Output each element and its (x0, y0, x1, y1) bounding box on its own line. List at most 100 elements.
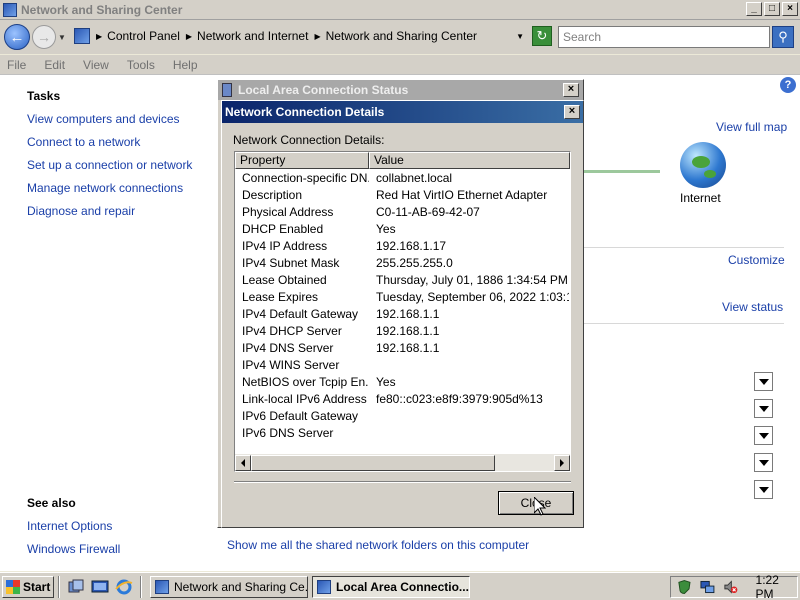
internet-globe-icon[interactable] (680, 142, 726, 188)
system-tray: 1:22 PM (670, 573, 798, 600)
horizontal-scrollbar[interactable] (235, 454, 570, 471)
scroll-track[interactable] (495, 455, 554, 471)
table-row[interactable]: IPv6 DNS Server (235, 424, 570, 441)
breadcrumb-sharing-center[interactable]: ▶ Network and Sharing Center (314, 29, 477, 43)
clock[interactable]: 1:22 PM (756, 573, 797, 600)
menu-help[interactable]: Help (173, 58, 198, 72)
windows-flag-icon (6, 579, 20, 594)
table-row[interactable]: IPv4 IP Address 192.168.1.17 (235, 237, 570, 254)
internet-explorer-icon[interactable] (115, 578, 133, 596)
value-cell: 192.168.1.17 (376, 238, 447, 253)
breadcrumb-label: Control Panel (107, 29, 180, 43)
details-list[interactable]: Property Value Connection-specific DN...… (234, 151, 571, 472)
property-cell: IPv4 DHCP Server (242, 323, 342, 338)
search-input[interactable]: Search (558, 26, 770, 48)
show-desktop-icon[interactable] (67, 578, 85, 596)
table-row[interactable]: IPv6 Default Gateway (235, 407, 570, 424)
breadcrumb-control-panel[interactable]: ▶ Control Panel (96, 29, 180, 43)
taskbar-item-connection-status[interactable]: Local Area Connectio... (312, 575, 470, 598)
table-row[interactable]: IPv4 Subnet Mask 255.255.255.0 (235, 254, 570, 271)
search-icon[interactable]: ⚲ (772, 26, 794, 48)
customize-link[interactable]: Customize (728, 253, 785, 267)
divider (584, 247, 784, 248)
menu-view[interactable]: View (83, 58, 109, 72)
table-row[interactable]: DHCP Enabled Yes (235, 220, 570, 237)
table-row[interactable]: Lease Obtained Thursday, July 01, 1886 1:… (235, 271, 570, 288)
switch-windows-icon[interactable] (91, 578, 109, 596)
table-row[interactable]: IPv4 WINS Server (235, 356, 570, 373)
property-cell: Physical Address (242, 204, 334, 219)
value-cell: 192.168.1.1 (376, 340, 440, 355)
table-row[interactable]: Connection-specific DN... collabnet.local (235, 169, 570, 186)
menu-file[interactable]: File (7, 58, 26, 72)
security-shield-icon[interactable] (677, 579, 692, 595)
task-setup-connection[interactable]: Set up a connection or network (27, 158, 192, 172)
view-status-link[interactable]: View status (722, 300, 783, 314)
property-cell: Description (242, 187, 303, 202)
sharing-expand-button[interactable] (754, 480, 773, 499)
link-internet-options[interactable]: Internet Options (27, 519, 112, 533)
recent-pages-dropdown[interactable]: ▼ (58, 33, 68, 42)
table-row[interactable]: NetBIOS over Tcpip En... Yes (235, 373, 570, 390)
show-shared-folders-link[interactable]: Show me all the shared network folders o… (227, 538, 529, 552)
table-row[interactable]: IPv4 Default Gateway 192.168.1.1 (235, 305, 570, 322)
network-adapter-icon (317, 579, 331, 594)
back-button[interactable]: ← (4, 24, 30, 50)
link-windows-firewall[interactable]: Windows Firewall (27, 542, 120, 556)
tasks-heading: Tasks (27, 89, 61, 103)
scroll-thumb[interactable] (251, 454, 495, 471)
forward-button[interactable]: → (32, 25, 56, 49)
details-dialog-close-icon[interactable]: × (564, 105, 580, 119)
sharing-expand-button[interactable] (754, 426, 773, 445)
taskbar-separator (58, 575, 60, 598)
address-bar[interactable]: ▶ Control Panel ▶ Network and Internet ▶ Ne… (74, 24, 530, 48)
network-center-icon (3, 2, 17, 17)
property-cell: IPv4 DNS Server (242, 340, 334, 355)
main-titlebar: Network and Sharing Center _ □ × (0, 0, 800, 20)
task-diagnose-repair[interactable]: Diagnose and repair (27, 204, 135, 218)
start-button[interactable]: Start (2, 575, 54, 598)
sharing-expand-button[interactable] (754, 399, 773, 418)
taskbar: Start Network and Sharing Ce... Local Ar… (0, 572, 800, 600)
network-status-icon[interactable] (700, 579, 715, 595)
menu-edit[interactable]: Edit (44, 58, 65, 72)
scroll-right-button[interactable] (554, 454, 570, 471)
network-map-connector (584, 170, 660, 173)
table-row[interactable]: Lease Expires Tuesday, September 06, 2022… (235, 288, 570, 305)
table-row[interactable]: IPv4 DNS Server 192.168.1.1 (235, 339, 570, 356)
details-dialog-title: Network Connection Details (225, 105, 385, 119)
help-icon[interactable]: ? (780, 77, 796, 93)
breadcrumb-network-internet[interactable]: ▶ Network and Internet (186, 29, 309, 43)
network-adapter-icon (222, 83, 232, 97)
scroll-left-button[interactable] (235, 454, 251, 471)
task-connect-network[interactable]: Connect to a network (27, 135, 140, 149)
view-full-map-link[interactable]: View full map (716, 120, 787, 134)
task-view-computers[interactable]: View computers and devices (27, 112, 180, 126)
sharing-expand-button[interactable] (754, 453, 773, 472)
menu-tools[interactable]: Tools (127, 58, 155, 72)
window-title: Network and Sharing Center (21, 2, 183, 17)
sharing-expand-button[interactable] (754, 372, 773, 391)
details-dialog-titlebar: Network Connection Details (222, 101, 583, 123)
refresh-button[interactable]: ↻ (532, 26, 552, 46)
address-dropdown-icon[interactable]: ▼ (516, 32, 524, 41)
volume-muted-icon[interactable] (723, 579, 738, 595)
taskbar-item-network-center[interactable]: Network and Sharing Ce... (150, 575, 308, 598)
table-row[interactable]: IPv4 DHCP Server 192.168.1.1 (235, 322, 570, 339)
details-label: Network Connection Details: (233, 133, 385, 147)
status-dialog-close-icon[interactable]: × (563, 83, 579, 97)
table-row[interactable]: Link-local IPv6 Address fe80::c023:e8f9:3… (235, 390, 570, 407)
column-property[interactable]: Property (235, 152, 369, 169)
list-body: Connection-specific DN... collabnet.local… (235, 169, 570, 441)
property-cell: IPv6 DNS Server (242, 425, 334, 440)
close-window-button[interactable]: × (782, 2, 798, 16)
table-row[interactable]: Physical Address C0-11-AB-69-42-07 (235, 203, 570, 220)
table-row[interactable]: Description Red Hat VirtIO Ethernet Adapt… (235, 186, 570, 203)
maximize-button[interactable]: □ (764, 2, 780, 16)
minimize-button[interactable]: _ (746, 2, 762, 16)
column-value[interactable]: Value (369, 152, 570, 169)
property-cell: Link-local IPv6 Address (242, 391, 367, 406)
value-cell: 255.255.255.0 (376, 255, 453, 270)
taskbar-item-label: Network and Sharing Ce... (174, 579, 308, 594)
task-manage-connections[interactable]: Manage network connections (27, 181, 183, 195)
